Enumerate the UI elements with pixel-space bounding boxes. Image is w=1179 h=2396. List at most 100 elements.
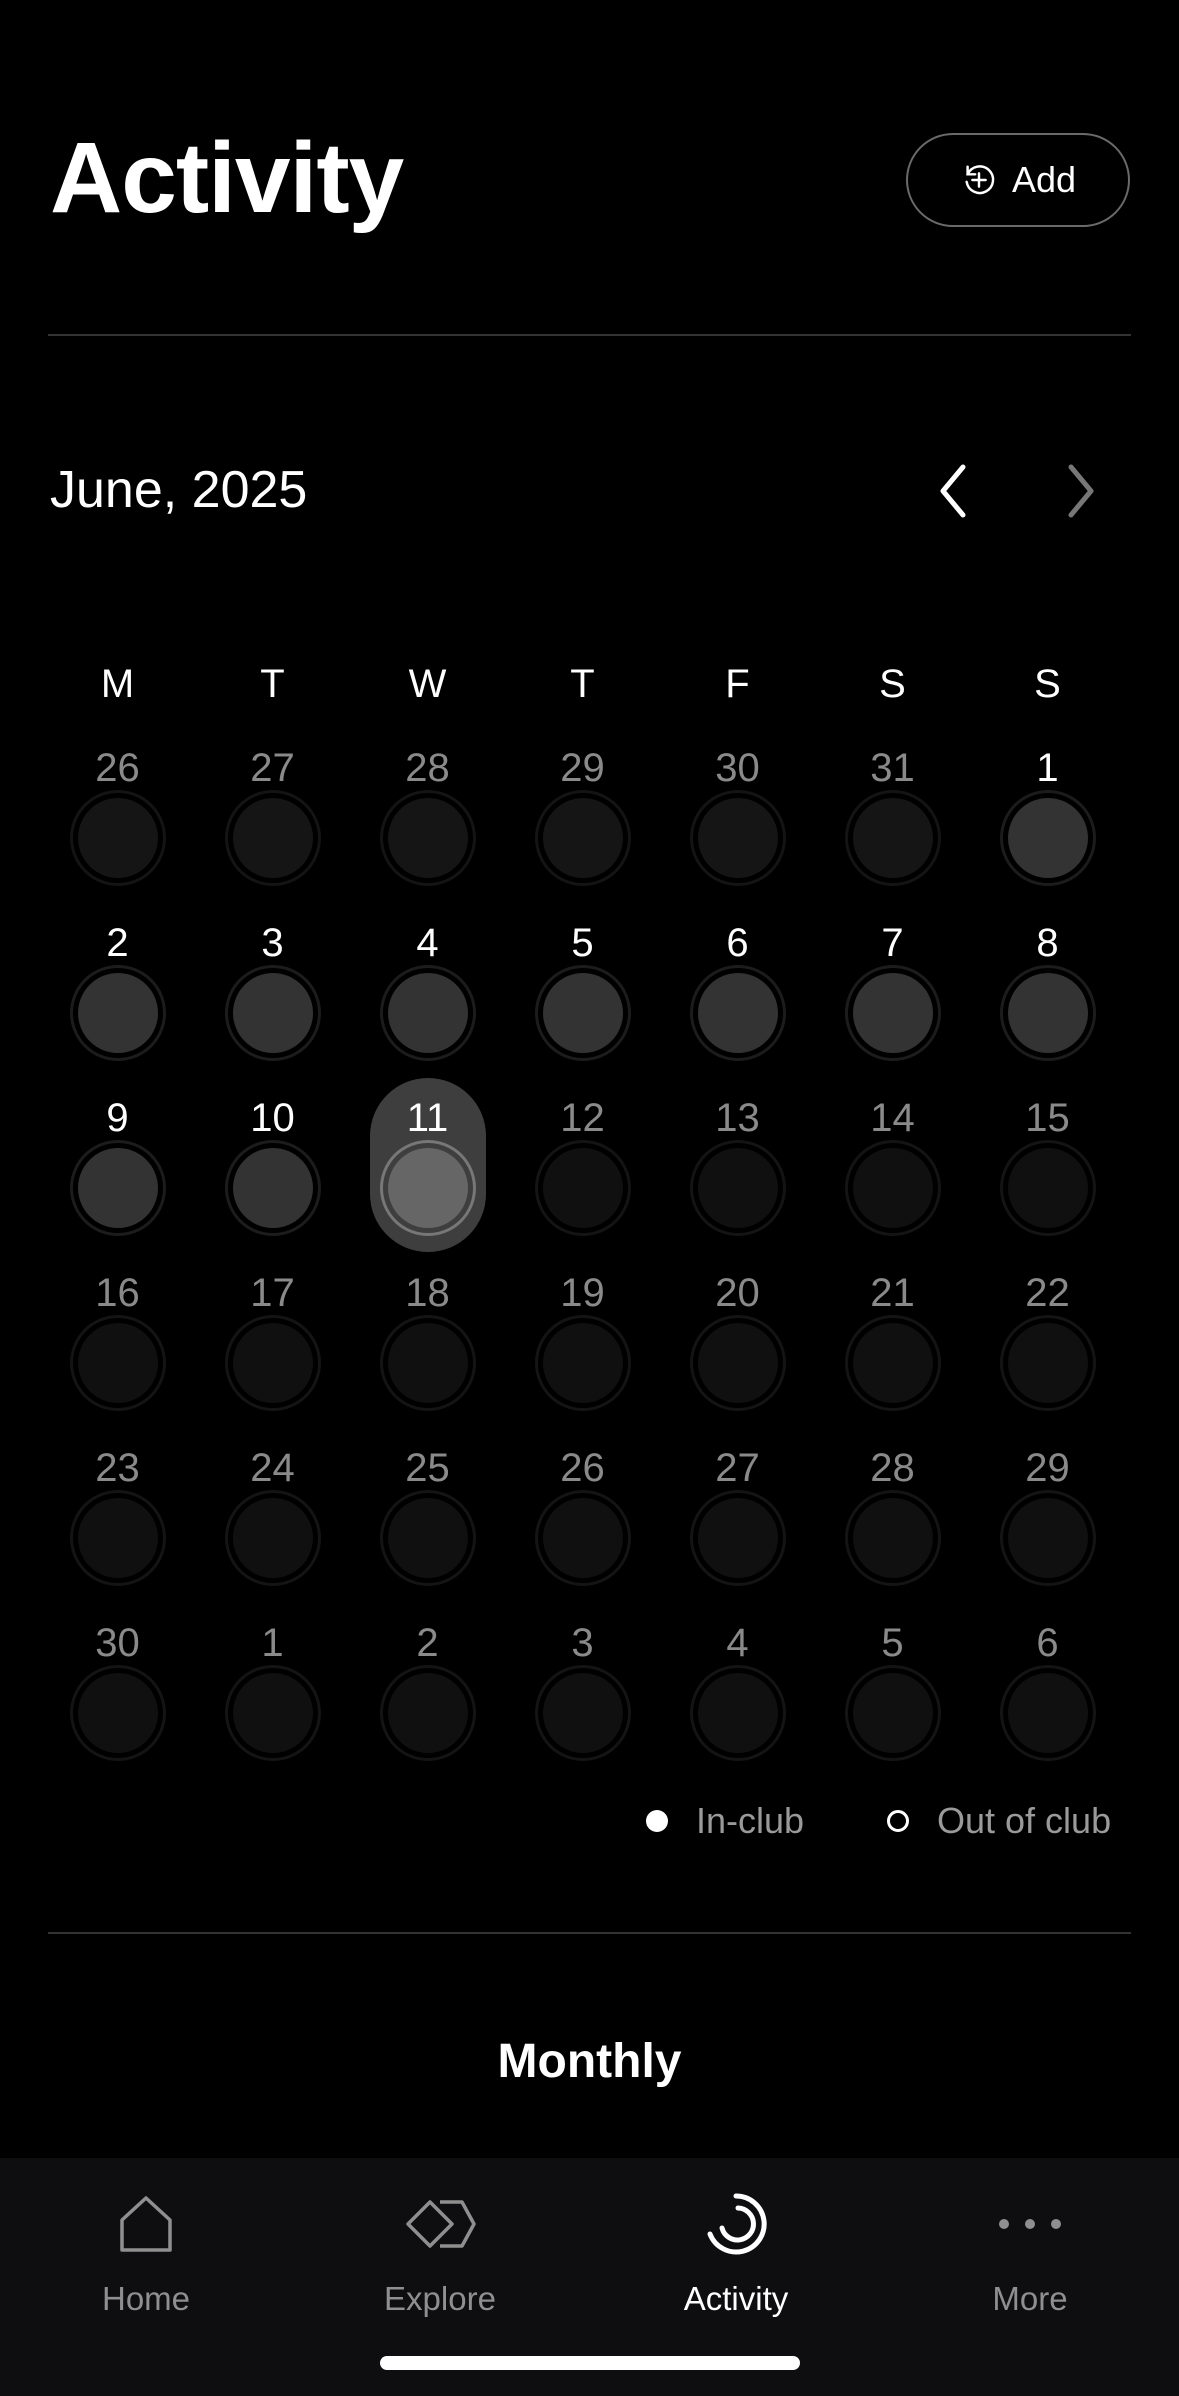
calendar-day[interactable]: 25 <box>350 1440 505 1615</box>
day-activity-ring <box>845 1665 941 1761</box>
calendar-day[interactable]: 10 <box>195 1090 350 1265</box>
day-activity-dot <box>698 973 778 1053</box>
day-number: 15 <box>1025 1096 1070 1140</box>
legend-in-club-label: In-club <box>696 1800 805 1841</box>
calendar-day[interactable]: 7 <box>815 915 970 1090</box>
calendar-day[interactable]: 17 <box>195 1265 350 1440</box>
day-activity-ring <box>380 965 476 1061</box>
tab-explore[interactable]: Explore <box>340 2176 540 2346</box>
calendar-day[interactable]: 22 <box>970 1265 1125 1440</box>
tab-home-label: Home <box>101 2280 191 2317</box>
day-activity-ring <box>690 1315 786 1411</box>
calendar-day[interactable]: 5 <box>505 915 660 1090</box>
day-activity-ring <box>845 790 941 886</box>
day-number: 6 <box>1036 1621 1059 1665</box>
calendar-day[interactable]: 23 <box>40 1440 195 1615</box>
day-number: 16 <box>95 1271 140 1315</box>
day-activity-ring <box>70 965 166 1061</box>
add-button[interactable]: Add <box>906 133 1130 227</box>
calendar-day[interactable]: 9 <box>40 1090 195 1265</box>
day-activity-ring <box>225 790 321 886</box>
calendar-day[interactable]: 16 <box>40 1265 195 1440</box>
calendar-day[interactable]: 2 <box>350 1615 505 1790</box>
day-activity-ring <box>845 1490 941 1586</box>
calendar-day[interactable]: 24 <box>195 1440 350 1615</box>
day-activity-dot <box>1008 973 1088 1053</box>
calendar-day[interactable]: 20 <box>660 1265 815 1440</box>
calendar-day[interactable]: 27 <box>195 740 350 915</box>
calendar-day[interactable]: 1 <box>970 740 1125 915</box>
day-activity-dot <box>853 1673 933 1753</box>
day-activity-ring <box>225 1315 321 1411</box>
activity-icon <box>707 2193 767 2255</box>
calendar-day[interactable]: 31 <box>815 740 970 915</box>
weekday-label: S <box>1034 662 1061 706</box>
day-activity-ring <box>1000 1665 1096 1761</box>
day-activity-ring <box>535 1140 631 1236</box>
calendar-day[interactable]: 4 <box>350 915 505 1090</box>
calendar-day[interactable]: 30 <box>660 740 815 915</box>
calendar-day[interactable]: 3 <box>195 915 350 1090</box>
day-number: 7 <box>881 921 904 965</box>
tab-home[interactable]: Home <box>46 2176 246 2346</box>
day-number: 18 <box>405 1271 450 1315</box>
chevron-left-icon <box>940 464 966 518</box>
tab-activity-label: Activity <box>683 2280 789 2317</box>
day-activity-dot <box>853 1323 933 1403</box>
day-activity-dot <box>78 973 158 1053</box>
day-activity-ring <box>380 1665 476 1761</box>
calendar-day[interactable]: 13 <box>660 1090 815 1265</box>
day-activity-ring <box>535 1490 631 1586</box>
prev-month-button[interactable] <box>918 456 988 526</box>
day-number: 17 <box>250 1271 295 1315</box>
calendar-day[interactable]: 28 <box>350 740 505 915</box>
day-number: 21 <box>870 1271 915 1315</box>
next-month-button[interactable] <box>1046 456 1116 526</box>
calendar-day[interactable]: 21 <box>815 1265 970 1440</box>
tab-more[interactable]: More <box>930 2176 1130 2346</box>
calendar-day[interactable]: 12 <box>505 1090 660 1265</box>
calendar-day[interactable]: 4 <box>660 1615 815 1790</box>
calendar-day[interactable]: 29 <box>970 1440 1125 1615</box>
day-activity-dot <box>388 1673 468 1753</box>
calendar-day[interactable]: 6 <box>660 915 815 1090</box>
day-activity-dot <box>543 1673 623 1753</box>
calendar-day[interactable]: 18 <box>350 1265 505 1440</box>
day-activity-dot <box>78 1498 158 1578</box>
calendar-day-today[interactable]: 11 <box>350 1078 505 1265</box>
day-activity-dot <box>853 973 933 1053</box>
day-activity-dot <box>388 1323 468 1403</box>
in-club-dot-icon <box>646 1810 668 1832</box>
tab-explore-label: Explore <box>384 2280 496 2317</box>
calendar-day[interactable]: 8 <box>970 915 1125 1090</box>
calendar-day[interactable]: 1 <box>195 1615 350 1790</box>
legend-in-club: In-club <box>646 1800 804 1842</box>
calendar-day[interactable]: 26 <box>505 1440 660 1615</box>
calendar-day[interactable]: 2 <box>40 915 195 1090</box>
day-number: 3 <box>261 921 284 965</box>
day-activity-ring <box>535 1665 631 1761</box>
day-activity-dot <box>233 1673 313 1753</box>
calendar-day[interactable]: 6 <box>970 1615 1125 1790</box>
day-number: 24 <box>250 1446 295 1490</box>
day-number: 31 <box>870 746 915 790</box>
day-number: 30 <box>95 1621 140 1665</box>
day-activity-dot <box>1008 1498 1088 1578</box>
calendar-day[interactable]: 19 <box>505 1265 660 1440</box>
weekday-label: W <box>408 662 447 706</box>
calendar-day[interactable]: 5 <box>815 1615 970 1790</box>
calendar-day[interactable]: 3 <box>505 1615 660 1790</box>
calendar-day[interactable]: 29 <box>505 740 660 915</box>
home-icon <box>120 2196 172 2252</box>
calendar-day[interactable]: 26 <box>40 740 195 915</box>
calendar-day[interactable]: 27 <box>660 1440 815 1615</box>
calendar-day[interactable]: 15 <box>970 1090 1125 1265</box>
day-number: 26 <box>95 746 140 790</box>
calendar-day[interactable]: 28 <box>815 1440 970 1615</box>
calendar-day[interactable]: 14 <box>815 1090 970 1265</box>
day-number: 10 <box>250 1096 295 1140</box>
calendar-day[interactable]: 30 <box>40 1615 195 1790</box>
day-number: 20 <box>715 1271 760 1315</box>
tab-activity[interactable]: Activity <box>636 2176 836 2346</box>
day-number: 11 <box>406 1096 449 1140</box>
